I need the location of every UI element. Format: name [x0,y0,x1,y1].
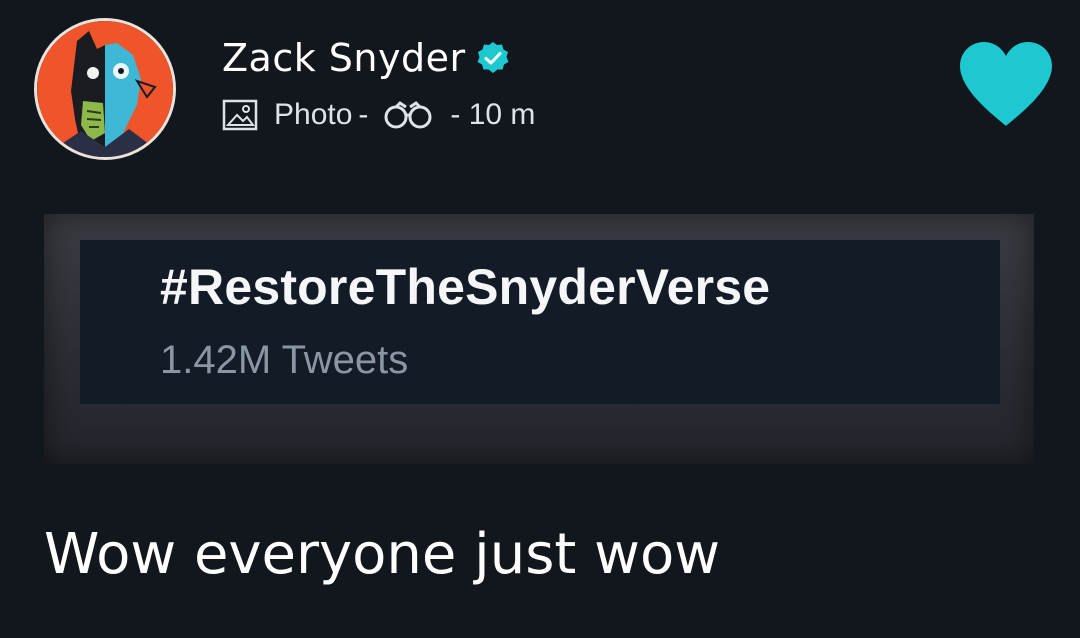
post-meta: Photo - - 10 m [222,98,535,132]
avatar-illustration-icon [37,21,173,157]
trend-tweet-count: 1.42M Tweets [160,338,409,382]
author-name-text: Zack Snyder [222,36,466,80]
author-name[interactable]: Zack Snyder [222,36,510,80]
post-type-label: Photo [274,98,353,131]
trending-topic[interactable]: #RestoreTheSnyderVerse 1.42M Tweets [80,240,1000,404]
post-time: - 10 m [450,98,536,131]
post-screen: Zack Snyder Photo - - 10 m #RestoreTheSn… [0,0,1080,638]
binoculars-icon [384,101,432,129]
photo-icon [222,99,258,131]
author-avatar[interactable] [34,18,176,160]
heart-icon[interactable] [956,40,1056,128]
trend-hashtag: #RestoreTheSnyderVerse [160,259,771,315]
post-caption: Wow everyone just wow [44,522,721,587]
meta-separator: - [358,98,369,131]
verified-check-icon [477,42,509,73]
